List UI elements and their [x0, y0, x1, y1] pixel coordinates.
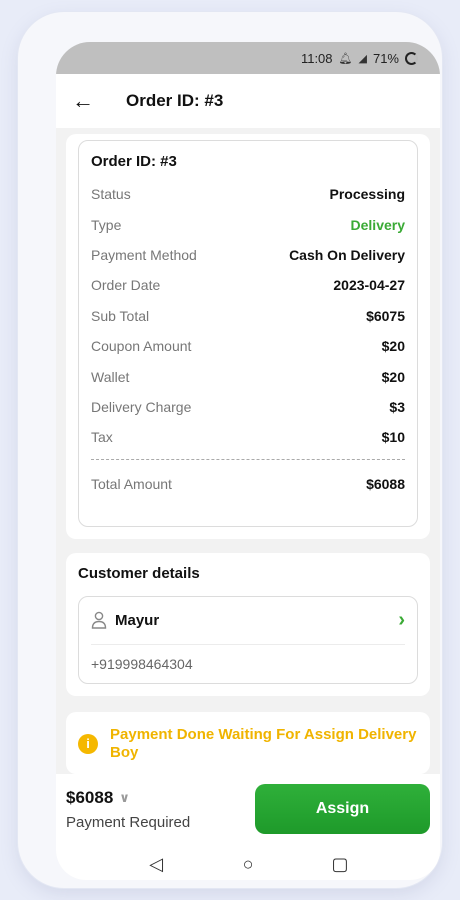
amount-row[interactable]: $6088 ∨ [66, 788, 190, 808]
total-row: Total Amount $6088 [91, 470, 405, 498]
detail-row-status: Status Processing [91, 179, 405, 209]
detail-value: Processing [329, 186, 405, 203]
detail-row-type: Type Delivery [91, 209, 405, 239]
order-summary-card: Order ID: #3 Status Processing Type Deli… [66, 134, 430, 539]
detail-row-tax: Tax $10 [91, 422, 405, 452]
total-value: $6088 [366, 475, 405, 492]
person-icon [91, 611, 107, 629]
assign-button[interactable]: Assign [255, 784, 430, 834]
notification-icon: 🔔︎ [338, 52, 353, 65]
detail-row-sub-total: Sub Total $6075 [91, 301, 405, 331]
detail-row-coupon: Coupon Amount $20 [91, 331, 405, 361]
chevron-down-icon[interactable]: ∨ [119, 790, 130, 806]
detail-value: $10 [381, 429, 405, 446]
detail-value: $3 [389, 398, 405, 415]
back-arrow-icon[interactable]: ← [72, 88, 112, 114]
signal-icon: ◢ [358, 52, 367, 65]
content: Order ID: #3 Status Processing Type Deli… [56, 128, 440, 774]
customer-name: Mayur [115, 611, 160, 629]
phone-frame: 11:08 🔔︎ ◢ 71% ← Order ID: #3 Order ID: … [18, 12, 442, 888]
nav-recents-icon[interactable]: ▢ [330, 854, 350, 875]
bottom-bar: $6088 ∨ Payment Required Assign [56, 774, 440, 844]
detail-row-payment-method: Payment Method Cash On Delivery [91, 240, 405, 270]
total-label: Total Amount [91, 475, 172, 492]
detail-label: Status [91, 186, 131, 203]
app-bar: ← Order ID: #3 [56, 74, 440, 128]
info-icon: i [78, 733, 98, 754]
detail-value: Delivery [350, 216, 405, 233]
system-nav-bar: ◁ ○ ▢ [56, 844, 440, 880]
detail-label: Delivery Charge [91, 398, 192, 415]
detail-label: Sub Total [91, 307, 150, 324]
customer-name-group: Mayur [91, 611, 159, 629]
dashed-divider [91, 458, 405, 460]
chevron-right-icon[interactable]: › [398, 609, 405, 632]
payment-required-label: Payment Required [66, 813, 191, 831]
detail-label: Order Date [91, 277, 161, 294]
detail-row-wallet: Wallet $20 [91, 361, 405, 391]
customer-phone: +919998464304 [91, 655, 193, 672]
detail-value: 2023-04-27 [333, 277, 405, 294]
detail-label: Type [91, 216, 122, 233]
status-bar: 11:08 🔔︎ ◢ 71% [56, 42, 440, 74]
status-time: 11:08 [300, 50, 333, 66]
payment-notice: i Payment Done Waiting For Assign Delive… [66, 711, 430, 774]
notice-text: Payment Done Waiting For Assign Delivery… [110, 725, 417, 761]
battery-icon [405, 51, 418, 65]
detail-label: Payment Method [91, 246, 197, 263]
nav-back-icon[interactable]: ◁ [146, 854, 166, 875]
customer-box: Mayur › +919998464304 [78, 595, 418, 684]
detail-value: $20 [381, 338, 405, 355]
order-title: Order ID: #3 [91, 153, 177, 170]
nav-home-icon[interactable]: ○ [238, 854, 258, 875]
amount-block: $6088 ∨ Payment Required [66, 788, 190, 831]
detail-row-delivery-charge: Delivery Charge $3 [91, 392, 405, 422]
customer-card: Customer details Mayur › +919998464304 [66, 552, 430, 696]
detail-label: Wallet [91, 368, 130, 385]
screen: 11:08 🔔︎ ◢ 71% ← Order ID: #3 Order ID: … [56, 42, 440, 880]
battery-level: 71% [372, 50, 399, 66]
detail-value: $6075 [366, 307, 405, 324]
detail-value: $20 [381, 368, 405, 385]
order-details-box: Order ID: #3 Status Processing Type Deli… [78, 140, 418, 527]
page-title: Order ID: #3 [126, 91, 224, 110]
detail-row-order-date: Order Date 2023-04-27 [91, 270, 405, 300]
detail-label: Tax [91, 429, 113, 446]
detail-value: Cash On Delivery [289, 246, 405, 263]
customer-section-title: Customer details [78, 564, 200, 582]
detail-label: Coupon Amount [91, 338, 192, 355]
customer-name-row[interactable]: Mayur › [91, 597, 405, 645]
amount-value: $6088 [66, 787, 114, 807]
